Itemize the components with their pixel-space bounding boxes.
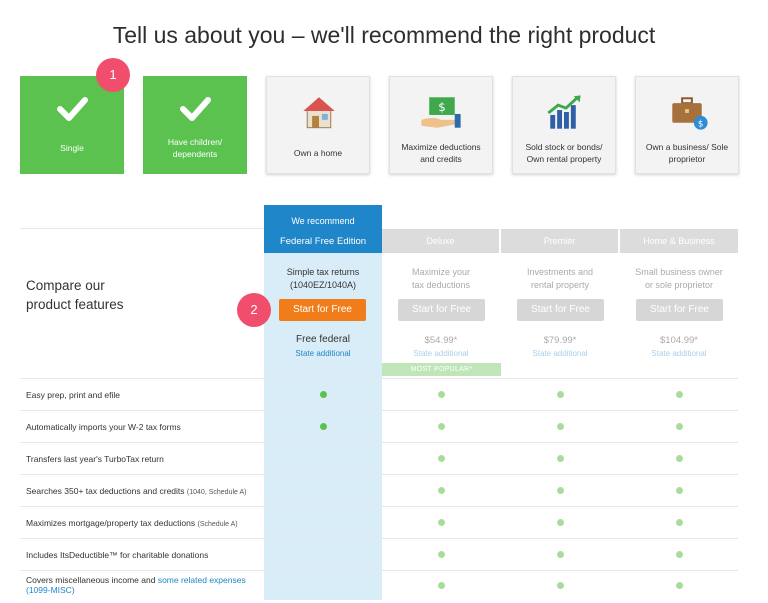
card-label: Own a business/ Sole proprietor [645,142,729,164]
check-dot [557,423,564,430]
bar-chart-arrow-icon [547,95,581,129]
product-desc-premier: Investments and rental property [526,267,594,290]
house-icon [303,97,335,129]
related-expenses-link[interactable]: some related expenses [158,575,246,585]
check-dot [676,455,683,462]
product-desc-free: Simple tax returns (1040EZ/1040A) [286,267,360,290]
check-dot [557,487,564,494]
compare-heading: Compare our product features [26,278,124,312]
check-dot [676,391,683,398]
check-dot [438,519,445,526]
check-icon [57,97,88,121]
page-title: Tell us about you – we'll recommend the … [112,22,656,48]
check-dot [676,487,683,494]
svg-text:$: $ [698,120,704,130]
state-additional-deluxe[interactable]: State additional [382,349,500,358]
recommended-header: We recommend Federal Free Edition [264,205,382,253]
check-dot [320,423,327,430]
svg-text:$: $ [438,100,445,114]
price-home-business: $104.99* [659,335,699,346]
step-badge-2: 2 [237,293,271,327]
card-own-home[interactable]: Own a home [266,76,370,174]
price-premier: $79.99* [543,335,577,346]
recommend-line1: We recommend [291,216,355,226]
start-free-button-free[interactable]: Start for Free [279,299,366,321]
feature-row: Searches 350+ tax deductions and credits… [20,474,738,507]
card-sold-stock[interactable]: Sold stock or bonds/ Own rental property [512,76,616,174]
card-label: Single [60,143,84,153]
check-dot [557,391,564,398]
briefcase-dollar-icon: $ [672,97,708,130]
check-dot [438,582,445,589]
price-deluxe: $54.99* [424,335,458,346]
card-label: Maximize deductions and credits [401,142,481,164]
check-dot [438,455,445,462]
feature-row: Maximizes mortgage/property tax deductio… [20,506,738,539]
header-premier: Premier [501,229,618,253]
start-free-button-premier[interactable]: Start for Free [517,299,604,321]
card-label: Sold stock or bonds/ Own rental property [525,142,603,164]
header-deluxe: Deluxe [382,229,499,253]
header-home-business: Home & Business [620,229,738,253]
check-dot [438,487,445,494]
card-label: Own a home [293,148,343,158]
money-hand-icon: $ [421,97,461,128]
feature-row: Easy prep, print and efile [20,378,738,411]
product-desc-deluxe: Maximize your tax deductions [411,267,471,290]
card-label: Have children/ dependents [167,137,223,159]
card-have-children[interactable]: Have children/ dependents [143,76,247,174]
check-dot [676,519,683,526]
check-dot [438,391,445,398]
check-dot [557,455,564,462]
check-dot [438,551,445,558]
check-dot [676,423,683,430]
price-free: Free federal [296,334,350,345]
check-dot [320,391,327,398]
card-own-business[interactable]: $ Own a business/ Sole proprietor [635,76,739,174]
check-dot [676,582,683,589]
start-free-button-deluxe[interactable]: Start for Free [398,299,485,321]
feature-row: Includes ItsDeductible™ for charitable d… [20,538,738,571]
feature-row: Covers miscellaneous income and some rel… [20,570,738,603]
start-free-button-home-business[interactable]: Start for Free [636,299,723,321]
state-additional-free[interactable]: State additional [264,349,382,358]
check-dot [557,551,564,558]
step-badge-1: 1 [96,58,130,92]
feature-row: Transfers last year's TurboTax return [20,442,738,475]
check-dot [676,551,683,558]
card-maximize-deductions[interactable]: $ Maximize deductions and credits [389,76,493,174]
check-dot [557,582,564,589]
state-additional-premier[interactable]: State additional [501,349,619,358]
check-icon [180,97,211,121]
most-popular-badge: MOST POPULAR* [382,363,501,376]
product-desc-home-business: Small business owner or sole proprietor [635,267,723,290]
check-dot [438,423,445,430]
recommend-line2: Federal Free Edition [279,236,367,247]
divider [20,228,264,229]
feature-row: Automatically imports your W-2 tax forms [20,410,738,443]
check-dot [557,519,564,526]
state-additional-home-business[interactable]: State additional [620,349,738,358]
